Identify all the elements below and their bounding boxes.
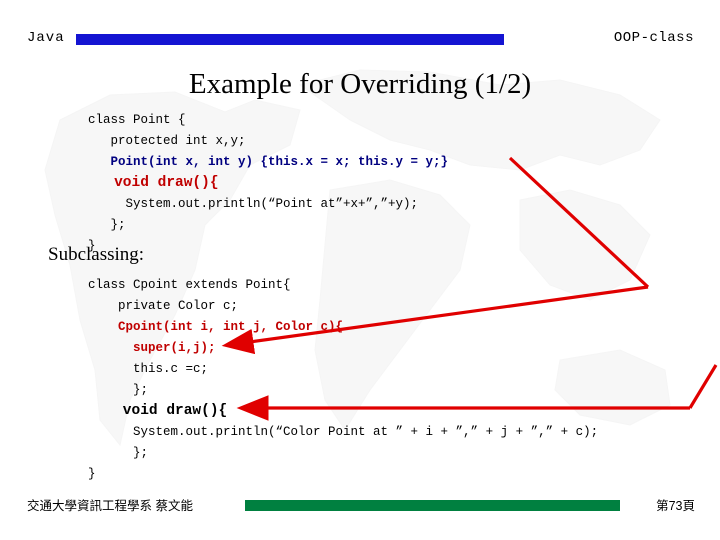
footer-left-label: 交通大學資訊工程學系 蔡文能 (27, 499, 193, 513)
code-line: System.out.println(“Color Point at ” + i… (88, 425, 599, 439)
code-line: void draw(){ (88, 403, 228, 419)
code-line: private Color c; (88, 299, 239, 313)
code-line: protected int x,y; (88, 134, 246, 148)
code-line: class Cpoint extends Point{ (88, 278, 291, 292)
page-number: 第73頁 (656, 499, 695, 513)
code-line: }; (88, 383, 149, 397)
header-left-label: Java (27, 30, 65, 46)
code-line: Point(int x, int y) {this.x = x; this.y … (88, 155, 449, 169)
code-line: }; (88, 446, 149, 460)
page-title: Example for Overriding (1/2) (188, 68, 532, 100)
slide: Java OOP-class Example for Overriding (1… (0, 0, 720, 540)
code-line: super(i,j); (88, 341, 216, 355)
code-block-cpoint: class Cpoint extends Point{ private Colo… (88, 275, 598, 485)
code-block-point: class Point { protected int x,y; Point(i… (88, 110, 448, 257)
code-line: class Point { (88, 113, 186, 127)
code-line: } (88, 467, 96, 481)
code-line: System.out.println(“Point at”+x+”,”+y); (88, 197, 419, 211)
code-line: }; (88, 218, 126, 232)
code-line: this.c =c; (88, 362, 209, 376)
header-right-label: OOP-class (613, 30, 694, 46)
header-blue-bar (76, 34, 504, 45)
subheading-subclassing: Subclassing: (48, 244, 145, 265)
code-line: void draw(){ (88, 175, 219, 191)
footer-green-bar (245, 500, 620, 511)
code-line: Cpoint(int i, int j, Color c){ (88, 320, 344, 334)
